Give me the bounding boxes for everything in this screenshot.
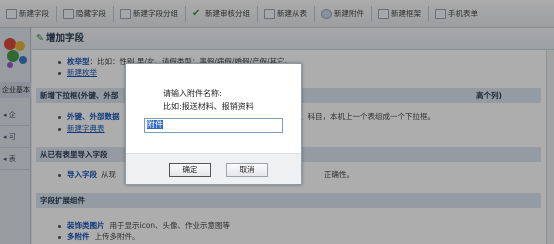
selected-text: 附件 [147, 120, 163, 129]
dialog-footer: 确定 取消 [126, 153, 301, 184]
dialog-example: 比如:报送材料、报销资料 [163, 102, 254, 111]
attachment-name-input[interactable]: 附件 [144, 118, 283, 133]
attachment-name-dialog: 请输入附件名称: 比如:报送材料、报销资料 附件 确定 取消 [125, 63, 302, 185]
cancel-button[interactable]: 取消 [226, 163, 268, 177]
ok-button[interactable]: 确定 [169, 163, 211, 177]
dialog-prompt: 请输入附件名称: [163, 89, 222, 98]
